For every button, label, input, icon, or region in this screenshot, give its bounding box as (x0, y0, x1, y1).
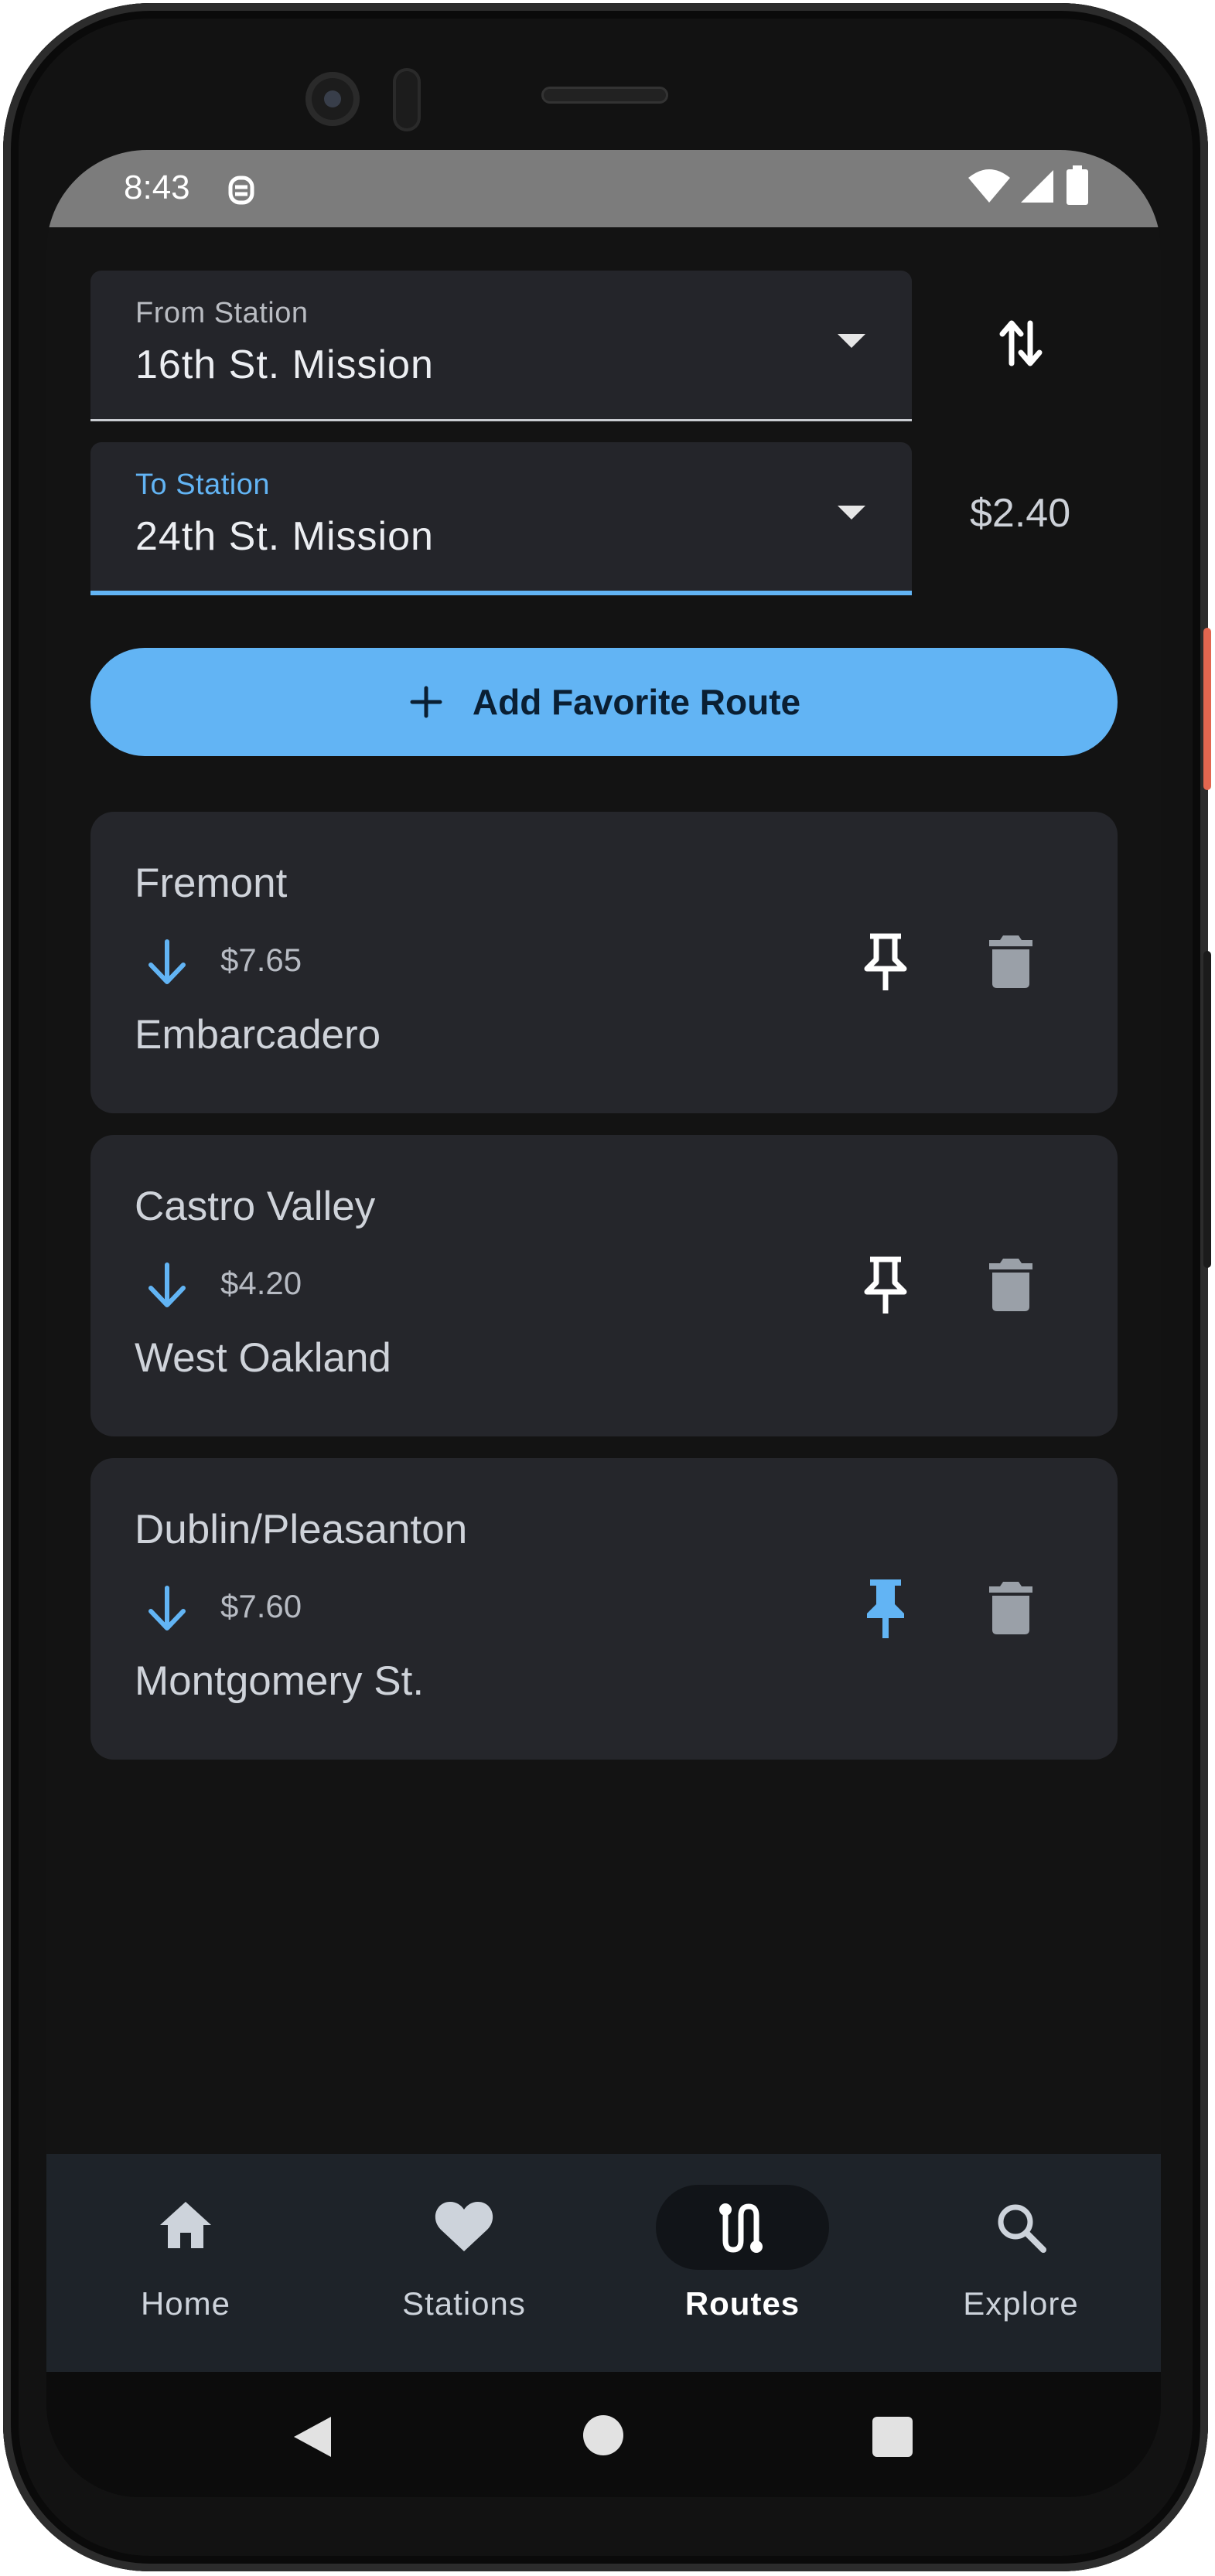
status-time: 8:43 (124, 169, 190, 206)
route-destination: Embarcadero (135, 1012, 381, 1058)
from-station-label: From Station (135, 297, 309, 329)
front-camera (305, 72, 360, 126)
routes-icon (719, 2203, 763, 2253)
nav-label-home: Home (140, 2285, 231, 2322)
route-fare: $7.60 (220, 1588, 302, 1624)
plus-icon (410, 686, 442, 718)
nav-label-explore: Explore (963, 2285, 1079, 2322)
add-favorite-route-label: Add Favorite Route (472, 682, 801, 722)
home-circle-icon[interactable] (582, 2414, 625, 2457)
delete-icon[interactable] (988, 934, 1034, 990)
pin-filled-icon[interactable] (856, 1578, 915, 1640)
swap-vertical-icon (999, 320, 1043, 366)
route-card[interactable]: Castro Valley $4.20 West Oakland (90, 1135, 1118, 1436)
route-fare: $4.20 (220, 1265, 302, 1301)
nav-item-routes[interactable]: Routes (603, 2154, 882, 2372)
fare-amount: $2.40 (970, 491, 1071, 536)
arrow-down-icon (148, 1586, 186, 1630)
arrow-down-icon (148, 1262, 186, 1307)
route-origin: Fremont (135, 860, 288, 906)
pin-outline-icon[interactable] (856, 1255, 915, 1317)
nav-item-explore[interactable]: Explore (882, 2154, 1160, 2372)
delete-icon[interactable] (988, 1580, 1034, 1636)
screen-record-icon (226, 173, 257, 211)
phone-side-button (1203, 628, 1211, 790)
proximity-sensor (393, 68, 421, 131)
wifi-icon (967, 169, 1012, 208)
screen: 8:43 From Station 16th St. Mission To St… (46, 150, 1161, 2497)
recents-icon[interactable] (871, 2415, 914, 2458)
add-favorite-route-button[interactable]: Add Favorite Route (90, 648, 1118, 756)
to-station-label: To Station (135, 469, 270, 501)
route-destination: Montgomery St. (135, 1658, 425, 1704)
nav-item-stations[interactable]: Stations (325, 2154, 603, 2372)
swap-stations-button[interactable] (974, 297, 1067, 390)
to-station-dropdown[interactable]: To Station 24th St. Mission (90, 442, 912, 595)
system-navigation-bar (46, 2372, 1161, 2497)
nav-label-stations: Stations (402, 2285, 526, 2322)
route-fare: $7.65 (220, 942, 302, 978)
arrow-down-icon (148, 939, 186, 984)
earpiece-speaker (541, 87, 668, 104)
delete-icon[interactable] (988, 1257, 1034, 1313)
status-bar: 8:43 (46, 150, 1161, 227)
back-icon[interactable] (291, 2414, 334, 2460)
route-card[interactable]: Fremont $7.65 Embarcadero (90, 812, 1118, 1113)
from-station-dropdown[interactable]: From Station 16th St. Mission (90, 271, 912, 421)
nav-label-routes: Routes (684, 2285, 800, 2322)
to-station-value: 24th St. Mission (135, 514, 434, 559)
pin-outline-icon[interactable] (856, 932, 915, 993)
route-destination: West Oakland (135, 1335, 391, 1381)
search-icon (998, 2204, 1046, 2253)
route-origin: Castro Valley (135, 1184, 376, 1229)
home-icon (160, 2202, 211, 2248)
nav-item-home[interactable]: Home (46, 2154, 325, 2372)
bottom-navigation: Home Stations Routes Explore (46, 2154, 1161, 2372)
from-station-value: 16th St. Mission (135, 342, 434, 387)
phone-volume-rocker (1203, 951, 1211, 1268)
battery-icon (1066, 165, 1089, 210)
cell-signal-icon (1019, 169, 1055, 208)
dropdown-arrow-icon (838, 334, 865, 348)
route-origin: Dublin/Pleasanton (135, 1507, 468, 1552)
route-card[interactable]: Dublin/Pleasanton $7.60 Montgomery St. (90, 1458, 1118, 1760)
dropdown-arrow-icon (838, 506, 865, 520)
heart-icon (435, 2202, 493, 2251)
